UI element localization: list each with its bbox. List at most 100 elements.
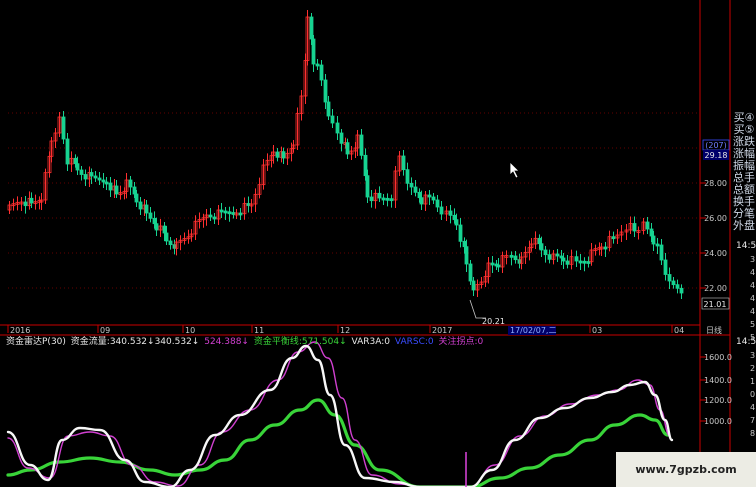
candle-body xyxy=(23,201,28,207)
indicator-value: 资金流量:340.532↓340.532↓ xyxy=(70,337,200,347)
price-tick-label: 24.00 xyxy=(704,249,727,258)
right-edge-digit: 4 xyxy=(750,281,755,290)
candle-body xyxy=(468,263,473,282)
x-tick-label: 03 xyxy=(592,326,602,335)
candle-body xyxy=(108,182,113,191)
candle-body xyxy=(339,132,344,144)
candle-body xyxy=(574,256,579,262)
indicator-value: VAR3A:0 xyxy=(351,337,391,347)
candle-body xyxy=(168,240,173,246)
candle-body xyxy=(565,260,570,265)
candle-body xyxy=(335,122,340,134)
candle-body xyxy=(132,186,137,195)
candle-body xyxy=(667,274,672,282)
candle-body xyxy=(435,199,440,208)
candle-body xyxy=(561,257,566,262)
candle-body xyxy=(663,259,668,275)
indicator-value: 524.388↓ xyxy=(204,337,249,347)
candle-body xyxy=(365,175,370,198)
low-marker-line xyxy=(469,299,486,319)
candle-body xyxy=(172,244,177,249)
candle-body xyxy=(369,196,374,202)
candle-body xyxy=(164,232,169,242)
candle-body xyxy=(578,260,583,264)
candle-body xyxy=(645,221,650,230)
candle-body xyxy=(212,216,217,220)
candle-body xyxy=(413,186,418,193)
x-tick-label: 09 xyxy=(100,326,110,335)
x-tick-label: 11 xyxy=(254,326,264,335)
candle-body xyxy=(490,262,495,266)
indicator-edge-digit: 7 xyxy=(750,416,755,425)
candle-body xyxy=(231,212,236,215)
right-edge-digit: 4 xyxy=(750,307,755,316)
candle-body xyxy=(104,181,109,185)
watermark: www.7gpzb.com xyxy=(616,452,756,487)
x-tick-label: 12 xyxy=(340,326,350,335)
candle-body xyxy=(405,169,410,184)
candle-body xyxy=(73,157,78,165)
candle-body xyxy=(509,254,514,258)
candle-body xyxy=(679,287,684,294)
candle-body xyxy=(238,212,243,216)
indicator-edge-digit: 8 xyxy=(750,429,755,438)
candle-body xyxy=(83,174,88,180)
candle-body xyxy=(144,204,149,214)
x-tick-label: 10 xyxy=(185,326,195,335)
candle-body xyxy=(586,261,591,264)
balance-line-series xyxy=(6,398,670,487)
indicator-name[interactable]: 资金雷达P(30) xyxy=(6,337,66,347)
candle-body xyxy=(275,151,280,158)
indicator-edge-digit: 2 xyxy=(750,364,755,373)
candle-body xyxy=(65,138,70,165)
current-value-text: 29.18 xyxy=(705,151,728,160)
candle-body xyxy=(93,175,98,179)
right-edge-digit: 3 xyxy=(750,255,755,264)
candle-body xyxy=(464,246,469,265)
indicator-tick-label: 1600.0 xyxy=(704,353,732,362)
candle-body xyxy=(128,179,133,188)
candle-body xyxy=(309,16,314,40)
candle-body xyxy=(454,219,459,226)
candle-body xyxy=(101,179,106,183)
indicator-tick-label: 1400.0 xyxy=(704,376,732,385)
low-marker-label: 20.21 xyxy=(482,317,505,326)
flow-secondary-series xyxy=(7,341,671,487)
arrow-cursor-icon xyxy=(510,162,520,178)
chart-canvas[interactable]: 28.0026.0024.0022.00(207)29.1821.012016 0… xyxy=(0,0,756,487)
candle-body xyxy=(359,134,364,156)
candle-body xyxy=(323,79,328,103)
candle-body xyxy=(539,243,544,251)
candle-body xyxy=(555,253,560,257)
price-tick-label: 22.00 xyxy=(704,284,727,293)
indicator-edge-digit: 4 xyxy=(750,403,755,412)
indicator-title-bar: 资金雷达P(30) 资金流量:340.532↓340.532↓ 524.388↓… xyxy=(6,336,485,348)
indicator-value: 关注拐点:0 xyxy=(438,337,484,347)
candle-body xyxy=(219,209,224,213)
candle-body xyxy=(417,191,422,199)
candle-body xyxy=(227,211,232,215)
stock-chart-window: 28.00 26.00 24.00 22.00 (207) 29.18 21.01 2016 0… xyxy=(0,0,756,487)
candle-body xyxy=(114,185,119,195)
candle-body xyxy=(281,151,286,159)
candle-body xyxy=(419,197,424,205)
candle-body xyxy=(427,194,432,198)
last-price-text: 21.01 xyxy=(704,300,727,309)
period-label: 日线 xyxy=(706,325,722,335)
price-tick-label: 26.00 xyxy=(704,214,727,223)
candle-body xyxy=(223,210,228,214)
candle-body xyxy=(651,235,656,245)
candle-body xyxy=(154,223,159,231)
candle-body xyxy=(315,63,320,67)
candle-body xyxy=(496,264,501,268)
candle-body xyxy=(246,203,251,206)
indicator-value: 资金平衡线:571.504↓ xyxy=(253,337,347,347)
candle-body xyxy=(208,214,213,218)
candle-body xyxy=(513,255,518,261)
candle-body xyxy=(79,169,84,175)
candle-body xyxy=(134,193,139,203)
candle-body xyxy=(452,214,457,221)
candle-body xyxy=(345,142,350,155)
time-label: 14:5 xyxy=(736,241,756,251)
candle-body xyxy=(471,280,476,291)
